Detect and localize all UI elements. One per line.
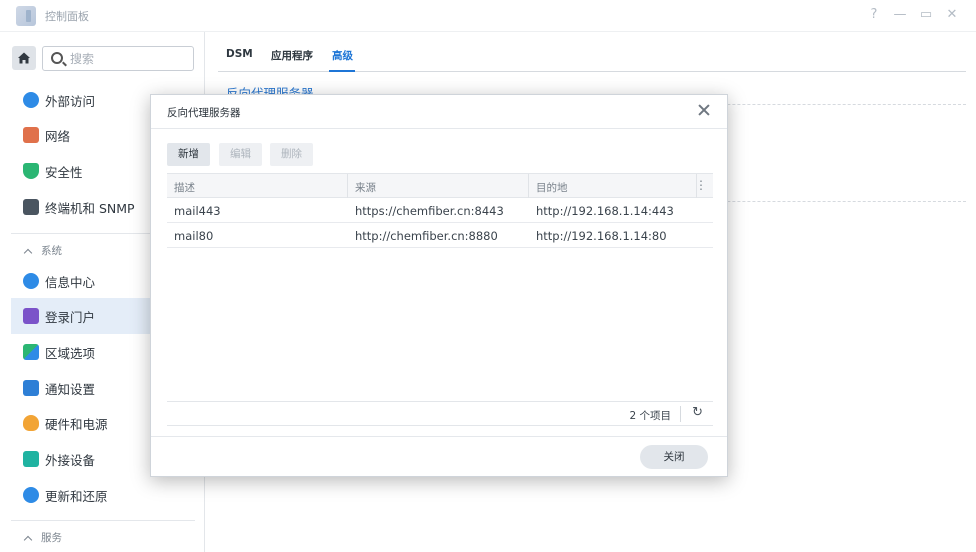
- globe-link-icon: [23, 92, 39, 108]
- cell-source: http://chemfiber.cn:8880: [355, 229, 498, 243]
- divider: [151, 436, 727, 437]
- search-icon: [51, 52, 63, 64]
- cell-destination: http://192.168.1.14:443: [536, 204, 674, 218]
- sidebar-item-label: 更新和还原: [45, 488, 108, 504]
- notification-icon: [23, 380, 39, 396]
- maximize-icon[interactable]: ▭: [918, 7, 934, 23]
- region-icon: [23, 344, 39, 360]
- close-window-icon[interactable]: ✕: [944, 7, 960, 23]
- sidebar-item-label: 区域选项: [45, 345, 96, 361]
- refresh-icon[interactable]: ↻: [692, 405, 703, 420]
- column-divider[interactable]: [528, 174, 529, 198]
- close-button[interactable]: 关闭: [640, 445, 708, 469]
- column-header-destination[interactable]: 目的地: [536, 180, 568, 195]
- tab-dsm[interactable]: DSM: [226, 48, 253, 60]
- search-input[interactable]: [70, 50, 188, 68]
- close-icon[interactable]: [697, 103, 711, 117]
- column-divider[interactable]: [347, 174, 348, 198]
- house-network-icon: [23, 127, 39, 143]
- cell-description: mail443: [174, 204, 221, 218]
- chevron-up-icon: [23, 535, 33, 544]
- sidebar-item-label: 信息中心: [45, 274, 96, 290]
- shield-check-icon: [23, 163, 39, 179]
- proxy-rules-table: 描述 来源 目的地 ⋮ mail443 https://chemfiber.cn…: [167, 173, 713, 248]
- reverse-proxy-dialog: 反向代理服务器 新增 编辑 删除 描述 来源 目的地 ⋮ mail443 htt…: [150, 94, 728, 477]
- window-titlebar: 控制面板 ? — ▭ ✕: [0, 0, 976, 32]
- cell-description: mail80: [174, 229, 214, 243]
- add-button[interactable]: 新增: [167, 143, 210, 166]
- sidebar-item-update-restore[interactable]: 更新和还原: [11, 477, 205, 513]
- login-portal-icon: [23, 308, 39, 324]
- cell-destination: http://192.168.1.14:80: [536, 229, 667, 243]
- column-options-icon[interactable]: ⋮: [695, 178, 707, 192]
- sidebar-item-label: 硬件和电源: [45, 416, 108, 432]
- window-title: 控制面板: [45, 10, 89, 23]
- table-row[interactable]: mail443 https://chemfiber.cn:8443 http:/…: [167, 198, 713, 223]
- table-row[interactable]: mail80 http://chemfiber.cn:8880 http://1…: [167, 223, 713, 248]
- sidebar-item-label: 登录门户: [45, 309, 96, 325]
- settings-tabs: DSM 应用程序 高级: [218, 38, 966, 72]
- column-header-description[interactable]: 描述: [174, 180, 195, 195]
- update-restore-icon: [23, 487, 39, 503]
- dialog-title: 反向代理服务器: [167, 107, 241, 119]
- info-icon: [23, 273, 39, 289]
- section-label: 系统: [41, 245, 62, 257]
- sidebar-item-label: 网络: [45, 128, 71, 144]
- dialog-header: 反向代理服务器: [151, 95, 727, 129]
- sidebar-item-label: 终端机和 SNMP: [45, 200, 135, 216]
- chevron-up-icon: [23, 248, 33, 257]
- sidebar-item-label: 安全性: [45, 164, 83, 180]
- sidebar-item-label: 通知设置: [45, 381, 96, 397]
- table-header: 描述 来源 目的地 ⋮: [167, 173, 713, 198]
- minimize-icon[interactable]: —: [892, 7, 908, 23]
- table-footer: 2 个项目 ↻: [167, 401, 713, 426]
- sidebar-section-services[interactable]: 服务: [11, 520, 195, 552]
- delete-button[interactable]: 删除: [270, 143, 313, 166]
- edit-button[interactable]: 编辑: [219, 143, 262, 166]
- search-field[interactable]: [42, 46, 194, 71]
- section-label: 服务: [41, 532, 62, 544]
- item-count: 2 个项目: [629, 410, 671, 422]
- help-icon[interactable]: ?: [866, 7, 882, 23]
- home-button[interactable]: [12, 46, 36, 70]
- home-icon: [18, 52, 30, 64]
- tab-applications[interactable]: 应用程序: [271, 48, 313, 63]
- cell-source: https://chemfiber.cn:8443: [355, 204, 504, 218]
- active-tab-indicator: [329, 70, 355, 72]
- external-device-icon: [23, 451, 39, 467]
- tab-advanced[interactable]: 高级: [332, 48, 353, 63]
- sidebar-item-label: 外接设备: [45, 452, 96, 468]
- sidebar-item-label: 外部访问: [45, 93, 96, 109]
- divider: [680, 406, 681, 422]
- bulb-icon: [23, 415, 39, 431]
- terminal-icon: [23, 199, 39, 215]
- column-header-source[interactable]: 来源: [355, 180, 376, 195]
- control-panel-icon: [16, 6, 36, 26]
